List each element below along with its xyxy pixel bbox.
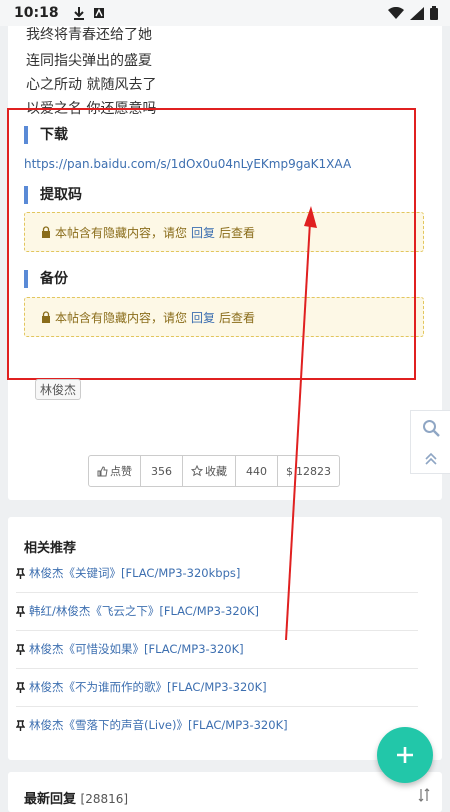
plus-icon [397, 747, 413, 763]
related-item-label: 林俊杰《雪落下的声音(Live)》[FLAC/MP3-320K] [29, 718, 288, 732]
coins-count: 12823 [296, 464, 331, 478]
tag-chip[interactable]: 林俊杰 [35, 379, 82, 400]
download-status-icon [73, 7, 84, 20]
like-label: 点赞 [110, 465, 132, 478]
related-item-label: 林俊杰《不为谁而作的歌》[FLAC/MP3-320K] [29, 680, 267, 694]
favorite-button[interactable]: 收藏 [183, 456, 236, 486]
like-count: 356 [141, 456, 183, 486]
wifi-icon [388, 6, 404, 19]
scroll-top-icon[interactable] [424, 452, 438, 466]
lyric-line: 连同指尖弹出的盛夏 [26, 53, 152, 69]
app-notification-icon [93, 8, 104, 18]
signal-icon [410, 6, 424, 20]
related-item[interactable]: 林俊杰《可惜没如果》[FLAC/MP3-320K] [16, 630, 418, 669]
related-item-label: 林俊杰《关键词》[FLAC/MP3-320kbps] [29, 566, 241, 580]
floating-toolbar [410, 410, 450, 474]
annotation-highlight-box [7, 108, 416, 380]
battery-icon [430, 6, 438, 20]
latest-replies-card: 最新回复 [28816] [8, 772, 442, 812]
related-item[interactable]: 韩红/林俊杰《飞云之下》[FLAC/MP3-320K] [16, 592, 418, 631]
pin-icon [16, 681, 25, 693]
pin-icon [16, 605, 25, 617]
favorite-count: 440 [236, 456, 278, 486]
related-item-label: 林俊杰《可惜没如果》[FLAC/MP3-320K] [29, 642, 244, 656]
add-post-button[interactable] [377, 727, 433, 783]
favorite-label: 收藏 [205, 465, 227, 478]
latest-replies-title: 最新回复 [28816] [24, 788, 128, 807]
like-button[interactable]: 点赞 [89, 456, 141, 486]
pin-icon [16, 567, 25, 579]
related-item-label: 韩红/林俊杰《飞云之下》[FLAC/MP3-320K] [29, 604, 260, 618]
thumbs-up-icon [97, 465, 108, 476]
dollar-icon: $ [286, 464, 293, 478]
latest-replies-count: [28816] [80, 792, 129, 806]
lyric-line: 心之所动 就随风去了 [26, 77, 157, 93]
related-item[interactable]: 林俊杰《关键词》[FLAC/MP3-320kbps] [16, 554, 418, 593]
pin-icon [16, 643, 25, 655]
post-actions: 点赞 356 收藏 440 $ 12823 [88, 455, 340, 487]
status-time: 10:18 [14, 5, 59, 21]
status-bar: 10:18 [0, 0, 450, 26]
coins-button[interactable]: $ 12823 [278, 456, 339, 486]
star-icon [191, 465, 203, 477]
related-item[interactable]: 林俊杰《不为谁而作的歌》[FLAC/MP3-320K] [16, 668, 418, 707]
related-item[interactable]: 林俊杰《雪落下的声音(Live)》[FLAC/MP3-320K] [16, 706, 418, 744]
pin-icon [16, 719, 25, 731]
search-icon[interactable] [422, 419, 440, 437]
lyric-line: 我终将青春还给了她 [26, 27, 152, 43]
